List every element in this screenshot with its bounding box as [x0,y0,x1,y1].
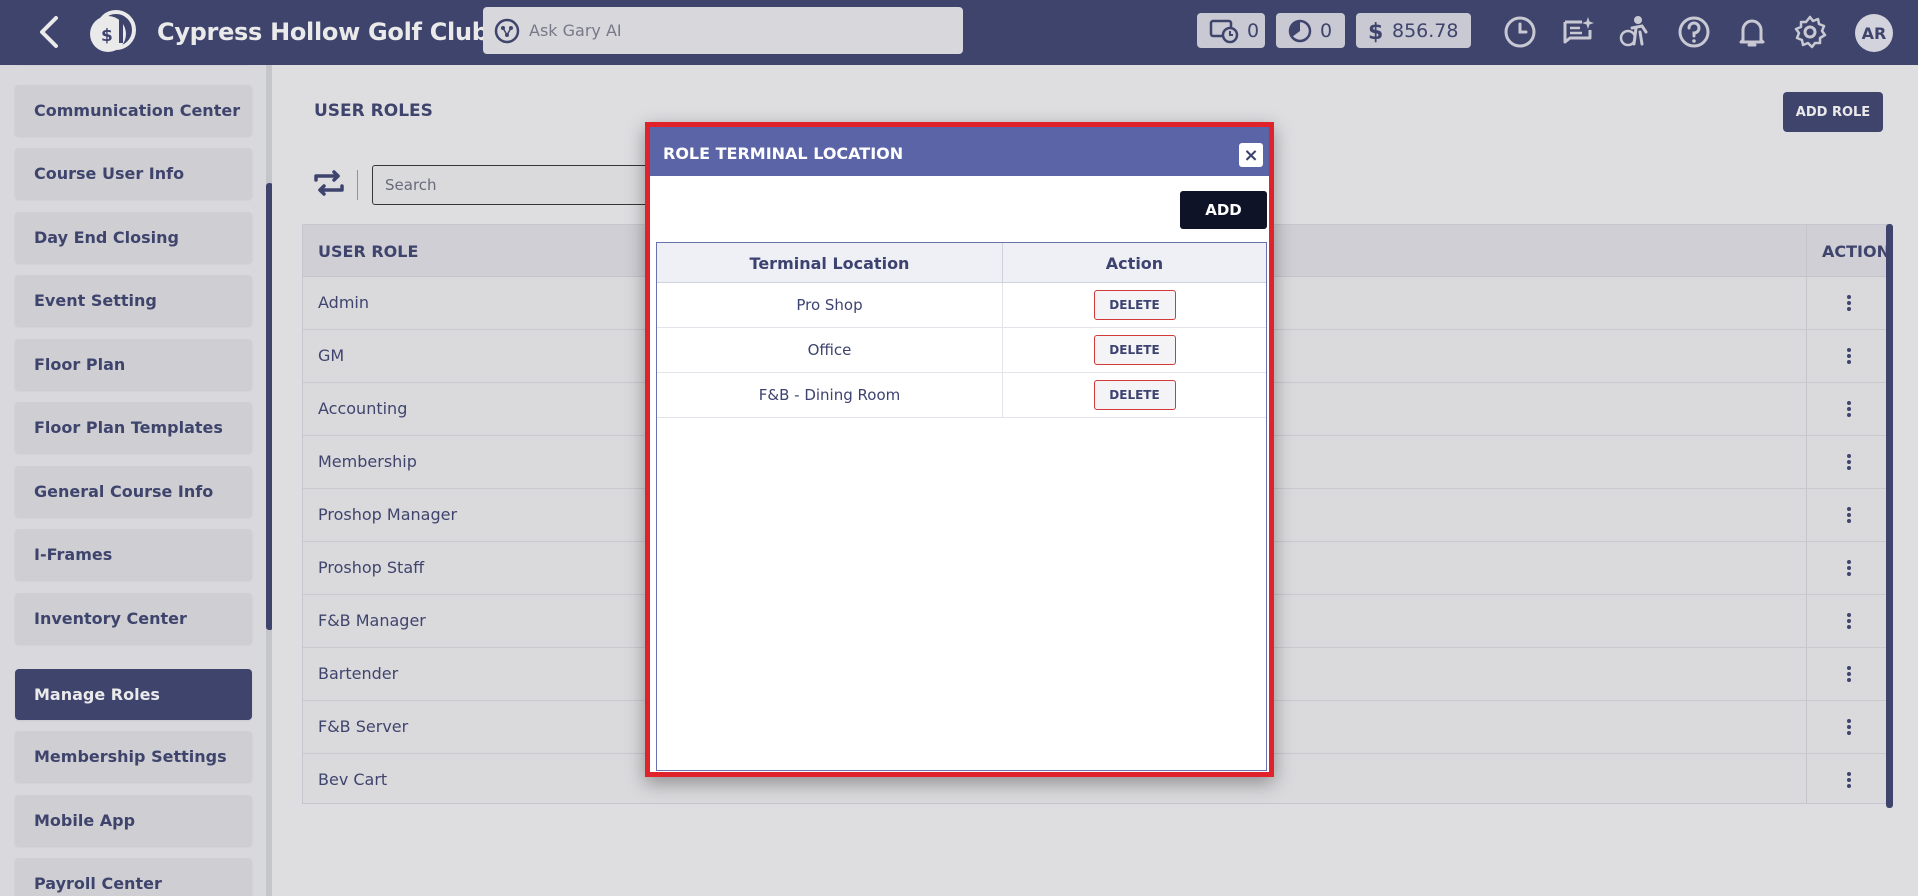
column-header-terminal-location: Terminal Location [657,243,1003,283]
table-row: Pro Shop DELETE [657,283,1266,328]
action-cell: DELETE [1003,328,1266,372]
terminal-table-header: Terminal Location Action [657,243,1266,283]
action-cell: DELETE [1003,373,1266,417]
delete-button[interactable]: DELETE [1093,335,1176,365]
delete-button[interactable]: DELETE [1093,380,1176,410]
role-terminal-location-modal: ROLE TERMINAL LOCATION × ADD Terminal Lo… [645,122,1274,777]
column-header-modal-action: Action [1105,253,1164,273]
modal-title: ROLE TERMINAL LOCATION [663,144,904,163]
action-cell: DELETE [1003,283,1266,327]
modal-header: ROLE TERMINAL LOCATION × [650,127,1269,176]
table-row: F&B - Dining Room DELETE [657,373,1266,418]
terminal-location-cell: Pro Shop [657,283,1003,327]
table-row: Office DELETE [657,328,1266,373]
terminal-location-cell: Office [657,328,1003,372]
terminal-location-table: Terminal Location Action Pro Shop DELETE… [656,242,1267,771]
close-icon[interactable]: × [1239,143,1263,167]
add-location-button[interactable]: ADD [1180,191,1267,229]
delete-button[interactable]: DELETE [1093,290,1176,320]
terminal-location-cell: F&B - Dining Room [657,373,1003,417]
